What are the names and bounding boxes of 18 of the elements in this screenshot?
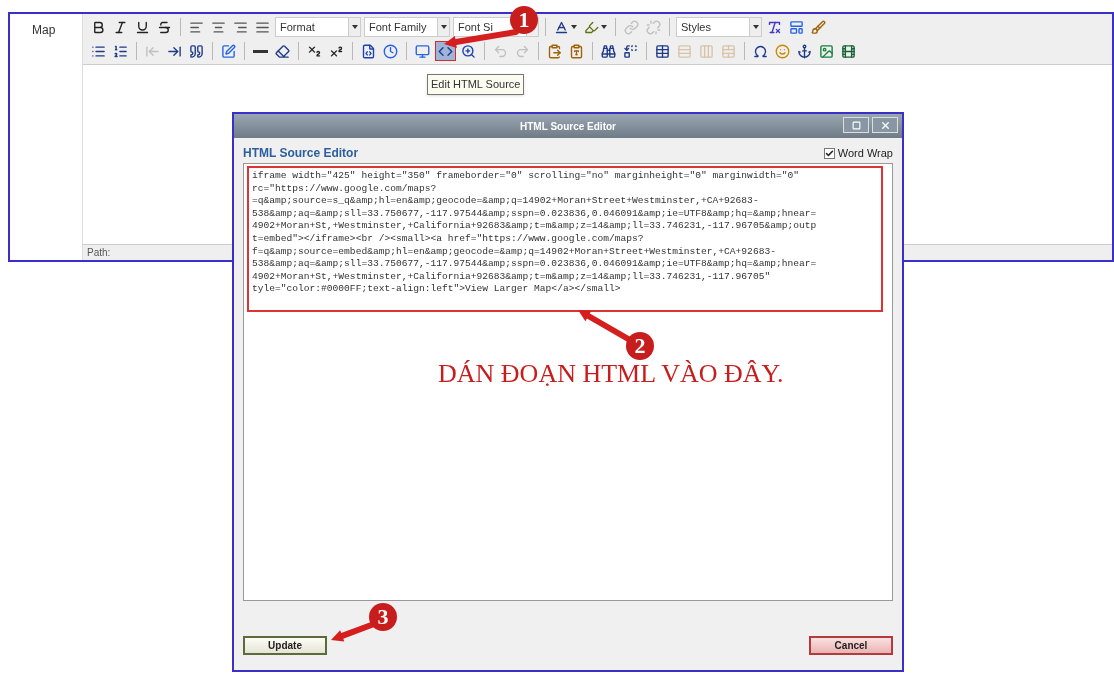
code-line: 4902+Moran+St,+Westminster,+California+92683&amp;t=m&amp;z=14&amp;ll=33.746231,-117.96705&amp;outp [252, 220, 818, 233]
dialog-title: HTML Source Editor [520, 119, 616, 134]
tooltip: Edit HTML Source [427, 74, 525, 95]
code-line: t=embed"></iframe><br /><small><a href="https://www.google.com/maps? [252, 232, 645, 246]
dialog-heading: HTML Source Editor [243, 145, 359, 162]
checkbox-label: Word Wrap [837, 145, 893, 161]
code-line: =q&amp;source=s_q&amp;hl=en&amp;geocode=&amp;q=14902+Moran+Street+Westminster,+CA+92683- [252, 195, 760, 208]
status-path: Path: [87, 246, 111, 260]
field-label: Map [32, 23, 56, 37]
code-line: 538&amp;aq=&amp;sll=33.750677,-117.97544&amp;sspn=0.023836,0.046091&amp;ie=UTF8&amp;hq=&amp;hnear= [252, 258, 818, 271]
code-line: tyle="color:#0000FF;text-align:left">View Larger Map</a></small> [252, 283, 622, 296]
code-line: rc="https://www.google.com/maps? [252, 182, 438, 196]
step-number-badge: 1 [510, 6, 538, 34]
code-line: iframe width="425" height="350" frameborder="0" scrolling="no" marginheight="0" marginwidth="0" [252, 170, 800, 183]
code-line: 538&amp;aq=&amp;sll=33.750677,-117.97544&amp;sspn=0.023836,0.046091&amp;ie=UTF8&amp;hq=&amp;hnear= [252, 207, 818, 221]
instruction-text: DÁN ĐOẠN HTML VÀO ĐÂY. [438, 358, 784, 390]
code-line: f=q&amp;source=embed&amp;hl=en&amp;geocode=&amp;q=14902+Moran+Street+Westminster,+CA+92683- [252, 245, 777, 259]
code-line: 4902+Moran+St,+Westminster,+California+92683&amp;t=m&amp;z=14&amp;ll=33.746231,-117.96705" [252, 270, 772, 284]
